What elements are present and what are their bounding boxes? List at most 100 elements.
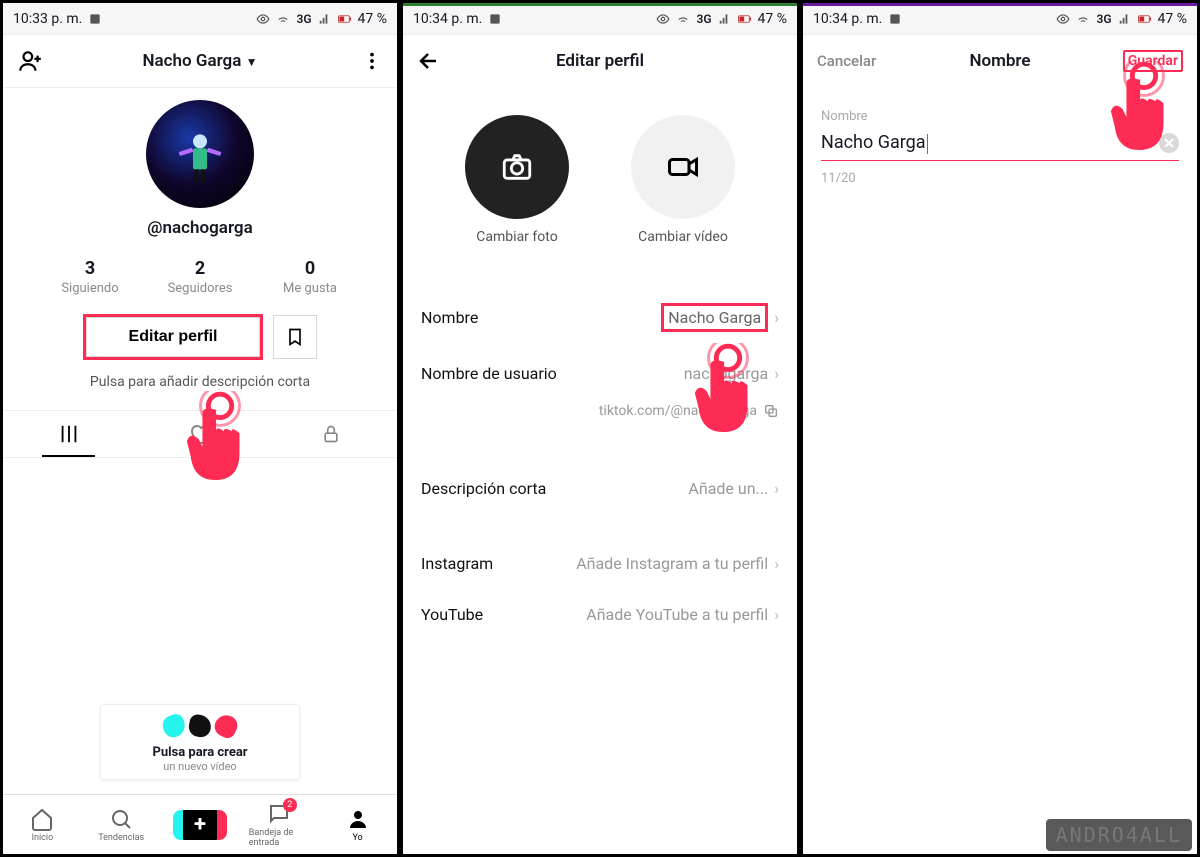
close-icon bbox=[1164, 138, 1174, 148]
field-youtube[interactable]: YouTube Añade YouTube a tu perfil › bbox=[403, 589, 797, 640]
profile-header: Nacho Garga ▼ bbox=[3, 35, 397, 87]
bookmarks-button[interactable] bbox=[273, 315, 317, 359]
eye-icon bbox=[1056, 12, 1070, 26]
stat-likes[interactable]: 0 Me gusta bbox=[255, 258, 365, 296]
battery-percent: 47 % bbox=[758, 11, 787, 27]
chevron-right-icon: › bbox=[774, 479, 779, 498]
lock-icon bbox=[321, 424, 341, 444]
inbox-badge: 2 bbox=[283, 798, 297, 812]
screenshot-icon bbox=[88, 12, 102, 26]
chevron-right-icon: › bbox=[774, 554, 779, 573]
tab-grid[interactable] bbox=[3, 411, 134, 457]
create-video-card[interactable]: Pulsa para crear un nuevo vídeo bbox=[100, 704, 300, 780]
copy-icon bbox=[763, 403, 779, 419]
dots-vertical-icon bbox=[361, 50, 383, 72]
signal-icon bbox=[718, 12, 732, 26]
profile-name-dropdown[interactable]: Nacho Garga ▼ bbox=[77, 51, 323, 71]
screen-edit-profile: 10:34 p. m. 3G 47 % Editar perfil Cambia… bbox=[400, 0, 800, 857]
status-bar: 10:33 p. m. 3G 47 % bbox=[3, 3, 397, 35]
page-title: Editar perfil bbox=[477, 51, 723, 71]
battery-percent: 47 % bbox=[1158, 11, 1187, 27]
stat-followers[interactable]: 2 Seguidores bbox=[145, 258, 255, 296]
field-label: Nombre bbox=[821, 109, 1179, 124]
stats-row: 3 Siguiendo 2 Seguidores 0 Me gusta bbox=[3, 258, 397, 296]
name-value-highlight: Nacho Garga bbox=[661, 303, 768, 332]
network-type: 3G bbox=[1096, 12, 1111, 26]
more-options-button[interactable] bbox=[323, 50, 383, 72]
stat-following[interactable]: 3 Siguiendo bbox=[35, 258, 145, 296]
signal-icon bbox=[318, 12, 332, 26]
arrow-left-icon bbox=[417, 49, 441, 73]
chevron-down-icon: ▼ bbox=[246, 55, 258, 69]
avatar[interactable] bbox=[146, 100, 254, 208]
search-icon bbox=[109, 807, 133, 831]
nav-home[interactable]: Inicio bbox=[12, 807, 72, 843]
change-video-button[interactable]: Cambiar vídeo bbox=[618, 115, 748, 245]
field-bio[interactable]: Descripción corta Añade un... › bbox=[403, 463, 797, 514]
wifi-icon bbox=[1076, 12, 1090, 26]
username: @nachogarga bbox=[147, 218, 252, 238]
chevron-right-icon: › bbox=[774, 364, 779, 383]
cancel-button[interactable]: Cancelar bbox=[817, 52, 876, 70]
clear-input-button[interactable] bbox=[1159, 133, 1179, 153]
back-button[interactable] bbox=[417, 49, 477, 73]
battery-icon bbox=[738, 12, 752, 26]
nav-discover[interactable]: Tendencias bbox=[91, 807, 151, 843]
status-time: 10:34 p. m. bbox=[413, 11, 482, 27]
edit-profile-button[interactable]: Editar perfil bbox=[86, 317, 261, 357]
person-icon bbox=[346, 807, 370, 831]
heart-icon bbox=[188, 422, 212, 446]
video-icon bbox=[665, 149, 701, 185]
wifi-icon bbox=[676, 12, 690, 26]
screenshot-icon bbox=[888, 12, 902, 26]
tab-liked[interactable] bbox=[134, 411, 265, 457]
watermark: ANDRO4ALL bbox=[1046, 819, 1192, 851]
status-bar: 10:34 p. m. 3G 47 % bbox=[403, 3, 797, 35]
signal-icon bbox=[1118, 12, 1132, 26]
eye-icon bbox=[656, 12, 670, 26]
screenshot-icon bbox=[488, 12, 502, 26]
name-input[interactable]: Nacho Garga bbox=[821, 132, 1179, 161]
name-header: Cancelar Nombre Guardar bbox=[803, 35, 1197, 87]
change-photo-button[interactable]: Cambiar foto bbox=[452, 115, 582, 245]
text-cursor-icon bbox=[927, 134, 928, 154]
bottom-nav: Inicio Tendencias + 2 Bandeja de entrada… bbox=[3, 794, 397, 854]
grid-icon bbox=[58, 423, 80, 445]
screen-edit-name: 10:34 p. m. 3G 47 % Cancelar Nombre Guar… bbox=[800, 0, 1200, 857]
chevron-right-icon: › bbox=[774, 605, 779, 624]
add-bio-hint[interactable]: Pulsa para añadir descripción corta bbox=[3, 374, 397, 390]
field-name[interactable]: Nombre Nacho Garga › bbox=[403, 287, 797, 348]
save-button[interactable]: Guardar bbox=[1123, 50, 1183, 72]
status-time: 10:34 p. m. bbox=[813, 11, 882, 27]
add-friends-button[interactable] bbox=[17, 48, 77, 74]
network-type: 3G bbox=[296, 12, 311, 26]
tiktok-swirl-icon bbox=[109, 715, 291, 741]
nav-inbox[interactable]: 2 Bandeja de entrada bbox=[249, 802, 309, 848]
person-add-icon bbox=[17, 48, 43, 74]
screen-profile: 10:33 p. m. 3G 47 % Nacho Garga ▼ bbox=[0, 0, 400, 857]
network-type: 3G bbox=[696, 12, 711, 26]
home-icon bbox=[30, 807, 54, 831]
bookmark-icon bbox=[285, 327, 305, 347]
nav-me[interactable]: Yo bbox=[328, 807, 388, 843]
profile-tabs bbox=[3, 410, 397, 458]
avatar-figure-icon bbox=[165, 119, 235, 189]
battery-icon bbox=[1138, 12, 1152, 26]
battery-icon bbox=[338, 12, 352, 26]
edit-profile-header: Editar perfil bbox=[403, 35, 797, 87]
chevron-right-icon: › bbox=[774, 308, 779, 327]
eye-icon bbox=[256, 12, 270, 26]
wifi-icon bbox=[276, 12, 290, 26]
battery-percent: 47 % bbox=[358, 11, 387, 27]
nav-create[interactable]: + bbox=[170, 810, 230, 840]
edit-profile-highlight: Editar perfil bbox=[83, 314, 264, 360]
field-instagram[interactable]: Instagram Añade Instagram a tu perfil › bbox=[403, 538, 797, 589]
profile-link-row[interactable]: tiktok.com/@nachogarga bbox=[403, 399, 797, 439]
plus-button-icon: + bbox=[177, 810, 223, 840]
field-username[interactable]: Nombre de usuario nachogarga › bbox=[403, 348, 797, 399]
page-title: Nombre bbox=[877, 51, 1123, 71]
tab-private[interactable] bbox=[266, 411, 397, 457]
char-counter: 11/20 bbox=[821, 171, 1179, 186]
camera-icon bbox=[500, 150, 534, 184]
status-bar: 10:34 p. m. 3G 47 % bbox=[803, 3, 1197, 35]
